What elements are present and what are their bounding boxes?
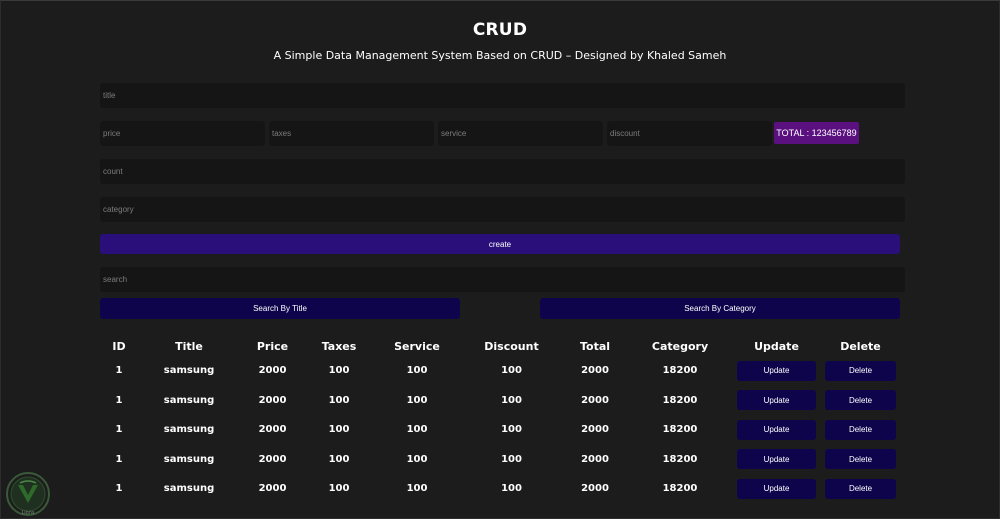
- cell-discount: 100: [501, 424, 522, 436]
- header-category: Category: [651, 339, 709, 353]
- cell-delete: Delete: [821, 445, 900, 475]
- cell-category: 18200: [662, 424, 698, 436]
- header-id: ID: [112, 339, 126, 353]
- cell-taxes: 100: [328, 453, 350, 465]
- cell-title: samsung: [163, 394, 215, 406]
- table-header-row: ID Title Price Taxes Service Discount To…: [100, 336, 900, 356]
- cell-update: Update: [732, 356, 821, 386]
- cell-service: 100: [406, 483, 428, 495]
- cell-total: 2000: [581, 365, 609, 377]
- cell-update: Update: [732, 415, 821, 445]
- cell-title: samsung: [163, 424, 215, 436]
- create-button[interactable]: create: [100, 234, 900, 254]
- cell-title: samsung: [163, 453, 215, 465]
- cell-total: 2000: [581, 424, 609, 436]
- delete-button[interactable]: Delete: [825, 478, 896, 499]
- update-button[interactable]: Update: [737, 449, 816, 470]
- products-table: ID Title Price Taxes Service Discount To…: [100, 336, 900, 504]
- table-row: 1 samsung 2000 100 100 100 2000 18200 Up…: [100, 474, 900, 504]
- delete-button[interactable]: Delete: [825, 419, 896, 440]
- page-title: CRUD: [472, 20, 528, 40]
- table-row: 1 samsung 2000 100 100 100 2000 18200 Up…: [100, 445, 900, 475]
- cell-id: 1: [115, 483, 123, 495]
- header-service: Service: [394, 339, 440, 353]
- category-input[interactable]: [100, 197, 905, 222]
- cell-delete: Delete: [821, 386, 900, 416]
- cell-update: Update: [732, 474, 821, 504]
- cell-title: samsung: [163, 483, 215, 495]
- lions-logo: Lions: [6, 472, 50, 516]
- cell-service: 100: [406, 424, 428, 436]
- delete-button[interactable]: Delete: [825, 449, 896, 470]
- search-by-title-button[interactable]: Search By Title: [100, 298, 460, 319]
- count-input[interactable]: [100, 159, 905, 184]
- header-delete: Delete: [840, 339, 881, 353]
- cell-id: 1: [115, 365, 123, 377]
- taxes-input[interactable]: [269, 121, 434, 146]
- update-button[interactable]: Update: [737, 478, 816, 499]
- cell-discount: 100: [501, 394, 522, 406]
- delete-button[interactable]: Delete: [825, 390, 896, 411]
- cell-delete: Delete: [821, 415, 900, 445]
- cell-id: 1: [115, 394, 123, 406]
- cell-price: 2000: [258, 365, 287, 377]
- cell-taxes: 100: [328, 483, 350, 495]
- cell-discount: 100: [501, 483, 522, 495]
- table-row: 1 samsung 2000 100 100 100 2000 18200 Up…: [100, 415, 900, 445]
- total-badge: TOTAL : 123456789: [774, 122, 859, 144]
- cell-id: 1: [115, 424, 123, 436]
- cell-title: samsung: [163, 365, 215, 377]
- update-button[interactable]: Update: [737, 390, 816, 411]
- cell-delete: Delete: [821, 474, 900, 504]
- cell-service: 100: [406, 453, 428, 465]
- cell-category: 18200: [662, 394, 698, 406]
- header-total: Total: [579, 339, 611, 353]
- cell-category: 18200: [662, 453, 698, 465]
- cell-total: 2000: [581, 483, 609, 495]
- cell-total: 2000: [581, 394, 609, 406]
- table-row: 1 samsung 2000 100 100 100 2000 18200 Up…: [100, 386, 900, 416]
- header-taxes: Taxes: [321, 339, 357, 353]
- cell-taxes: 100: [328, 394, 350, 406]
- delete-button[interactable]: Delete: [825, 360, 896, 381]
- search-input[interactable]: [100, 267, 905, 292]
- svg-text:Lions: Lions: [21, 510, 34, 516]
- cell-discount: 100: [501, 453, 522, 465]
- cell-service: 100: [406, 365, 428, 377]
- cell-price: 2000: [258, 424, 287, 436]
- cell-total: 2000: [581, 453, 609, 465]
- header-discount: Discount: [484, 339, 539, 353]
- price-input[interactable]: [100, 121, 265, 146]
- cell-discount: 100: [501, 365, 522, 377]
- search-by-category-button[interactable]: Search By Category: [540, 298, 900, 319]
- table-row: 1 samsung 2000 100 100 100 2000 18200 Up…: [100, 356, 900, 386]
- cell-price: 2000: [258, 394, 287, 406]
- update-button[interactable]: Update: [737, 419, 816, 440]
- header-title: Title: [175, 339, 203, 353]
- cell-price: 2000: [258, 483, 287, 495]
- cell-delete: Delete: [821, 356, 900, 386]
- cell-update: Update: [732, 386, 821, 416]
- service-input[interactable]: [438, 121, 603, 146]
- update-button[interactable]: Update: [737, 360, 816, 381]
- cell-taxes: 100: [328, 365, 350, 377]
- header-price: Price: [256, 339, 289, 353]
- discount-input[interactable]: [607, 121, 772, 146]
- cell-update: Update: [732, 445, 821, 475]
- cell-category: 18200: [662, 483, 698, 495]
- cell-service: 100: [406, 394, 428, 406]
- title-input[interactable]: [100, 83, 905, 108]
- header-update: Update: [754, 339, 799, 353]
- cell-price: 2000: [258, 453, 287, 465]
- cell-id: 1: [115, 453, 123, 465]
- cell-taxes: 100: [328, 424, 350, 436]
- cell-category: 18200: [662, 365, 698, 377]
- page-subtitle: A Simple Data Management System Based on…: [273, 49, 727, 62]
